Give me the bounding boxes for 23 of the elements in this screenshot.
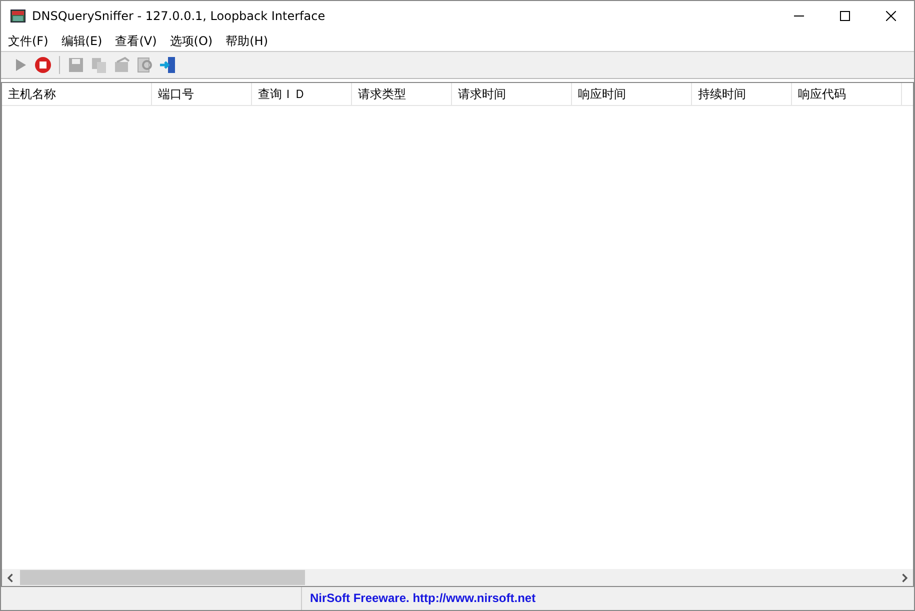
close-icon[interactable] — [886, 11, 896, 21]
column-header[interactable]: 请求时间 — [452, 83, 572, 105]
menu-item[interactable]: 文件(F) — [8, 32, 48, 50]
menu-item[interactable]: 选项(O) — [170, 32, 213, 50]
column-header[interactable]: 端口号 — [152, 83, 252, 105]
column-header[interactable]: 主机名称 — [2, 83, 152, 105]
exit-icon[interactable] — [159, 56, 177, 74]
menu-item[interactable]: 帮助(H) — [226, 32, 268, 50]
column-header[interactable]: 查询ＩＤ — [252, 83, 352, 105]
maximize-icon[interactable] — [840, 11, 850, 21]
status-text: NirSoft Freeware. http://www.nirsoft.net — [309, 590, 536, 607]
app-icon — [10, 8, 26, 24]
menu-item[interactable]: 查看(V) — [115, 32, 157, 50]
column-header[interactable]: 请求类型 — [352, 83, 452, 105]
column-header[interactable]: 响应时间 — [572, 83, 692, 105]
menu-item[interactable]: 编辑(E) — [61, 32, 102, 50]
scrollbar-thumb[interactable] — [20, 570, 305, 585]
column-header[interactable]: 响应代码 — [792, 83, 902, 105]
window-title: DNSQuerySniffer - 127.0.0.1, Loopback Interface — [32, 9, 326, 23]
scroll-right-icon[interactable] — [899, 572, 909, 582]
stop-icon[interactable] — [34, 56, 52, 74]
scroll-left-icon[interactable] — [6, 572, 16, 582]
column-header[interactable]: 持续时间 — [692, 83, 792, 105]
